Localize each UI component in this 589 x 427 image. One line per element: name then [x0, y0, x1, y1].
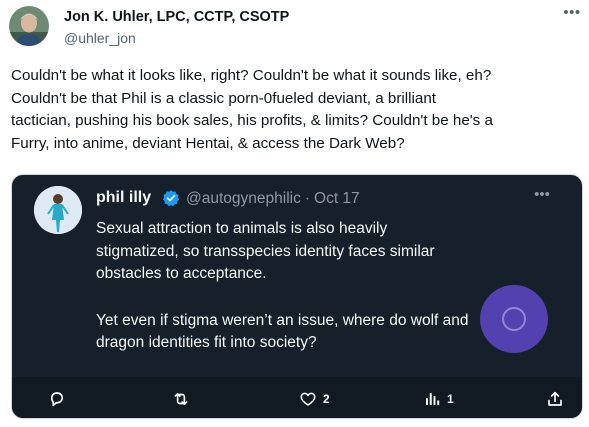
action-bar: 2 1 — [12, 377, 582, 418]
touch-indicator-ring — [502, 307, 526, 331]
quoted-author-handle: @autogynephilic — [186, 190, 301, 207]
retweet-icon — [174, 392, 188, 406]
tweet-text-line: tactician, pushing his book sales, his p… — [11, 112, 493, 129]
retweet-button[interactable] — [171, 389, 197, 409]
quoted-text-line: stigmatized, so transspecies identity fa… — [96, 242, 435, 260]
views-count: 1 — [447, 392, 454, 406]
tweet: Jon K. Uhler, LPC, CCTP, CSOTP @uhler_jo… — [0, 0, 589, 427]
share-button[interactable] — [546, 389, 570, 409]
quoted-author-meta: @autogynephilic · Oct 17 — [186, 190, 360, 208]
reply-button[interactable] — [48, 389, 72, 409]
quoted-more-icon: ••• — [534, 186, 550, 203]
tweet-text-line: Couldn't be that Phil is a classic porn-… — [11, 89, 437, 107]
verified-badge-icon — [162, 189, 180, 207]
reply-icon — [50, 392, 64, 407]
like-count: 2 — [323, 392, 330, 406]
more-options-icon[interactable]: ••• — [562, 5, 582, 20]
meta-separator: · — [304, 190, 311, 207]
quoted-author-name: phil illy — [96, 189, 152, 206]
author-avatar[interactable] — [9, 6, 49, 46]
quoted-author-avatar — [34, 186, 82, 234]
quoted-date: Oct 17 — [314, 190, 360, 207]
quoted-text-line: obstacles to acceptance. — [96, 265, 267, 282]
author-name[interactable]: Jon K. Uhler, LPC, CCTP, CSOTP — [64, 9, 289, 25]
tweet-text: Couldn't be what it looks like, right? C… — [11, 65, 583, 155]
like-button[interactable]: 2 — [299, 389, 330, 409]
views-chart-icon — [426, 393, 440, 405]
share-icon — [548, 391, 562, 406]
author-handle[interactable]: @uhler_jon — [64, 30, 136, 46]
embedded-screenshot[interactable]: phil illy @autogynephilic · Oct 17 ••• Sex… — [11, 174, 583, 419]
views-button[interactable]: 1 — [423, 389, 454, 409]
quoted-text-line: Sexual attraction to animals is also hea… — [96, 220, 388, 237]
heart-icon — [300, 392, 316, 406]
tweet-text-line: Couldn't be what it looks like, right? C… — [11, 67, 492, 84]
tweet-text-line: Furry, into anime, deviant Hentai, & acc… — [11, 134, 405, 152]
touch-indicator — [480, 285, 548, 353]
